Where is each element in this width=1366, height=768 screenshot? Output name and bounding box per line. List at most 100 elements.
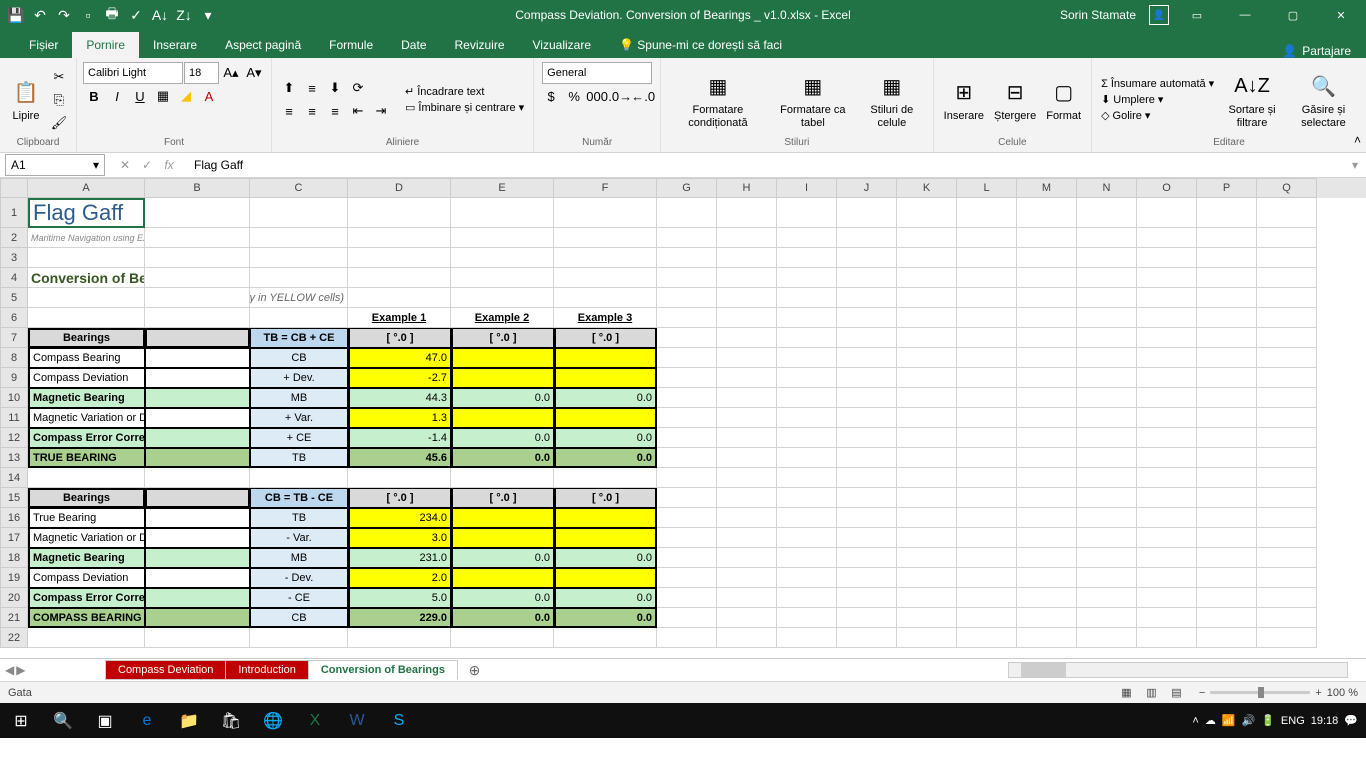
tray-up-icon[interactable]: ˄ bbox=[1192, 715, 1198, 727]
cell-L14[interactable] bbox=[957, 468, 1017, 488]
col-header-C[interactable]: C bbox=[250, 178, 348, 198]
user-avatar-icon[interactable]: 👤 bbox=[1149, 5, 1169, 25]
cell-K14[interactable] bbox=[897, 468, 957, 488]
cell-M5[interactable] bbox=[1017, 288, 1077, 308]
cell-P13[interactable] bbox=[1197, 448, 1257, 468]
fx-icon[interactable]: fx bbox=[159, 158, 179, 172]
cell-J8[interactable] bbox=[837, 348, 897, 368]
wifi-icon[interactable]: 📶 bbox=[1222, 714, 1236, 727]
cell-H18[interactable] bbox=[717, 548, 777, 568]
row-header-7[interactable]: 7 bbox=[0, 328, 28, 348]
tab-formulas[interactable]: Formule bbox=[315, 32, 387, 58]
edge-icon[interactable]: e bbox=[126, 703, 168, 738]
cell-L15[interactable] bbox=[957, 488, 1017, 508]
cell-L4[interactable] bbox=[957, 268, 1017, 288]
cell-J15[interactable] bbox=[837, 488, 897, 508]
cell-N9[interactable] bbox=[1077, 368, 1137, 388]
row-header-18[interactable]: 18 bbox=[0, 548, 28, 568]
cell-B2[interactable] bbox=[145, 228, 250, 248]
cell-K18[interactable] bbox=[897, 548, 957, 568]
cell-D11[interactable]: 1.3 bbox=[348, 408, 451, 428]
cell-E18[interactable]: 0.0 bbox=[451, 548, 554, 568]
cell-Q1[interactable] bbox=[1257, 198, 1317, 228]
table-format-button[interactable]: ▦Formatare ca tabel bbox=[771, 68, 855, 130]
cell-M17[interactable] bbox=[1017, 528, 1077, 548]
cell-P16[interactable] bbox=[1197, 508, 1257, 528]
cell-J20[interactable] bbox=[837, 588, 897, 608]
cell-I18[interactable] bbox=[777, 548, 837, 568]
cell-B10[interactable] bbox=[145, 388, 250, 408]
row-header-5[interactable]: 5 bbox=[0, 288, 28, 308]
cell-Q3[interactable] bbox=[1257, 248, 1317, 268]
clock[interactable]: 19:18 bbox=[1311, 715, 1339, 727]
cell-K9[interactable] bbox=[897, 368, 957, 388]
cell-B1[interactable] bbox=[145, 198, 250, 228]
cell-F1[interactable] bbox=[554, 198, 657, 228]
cell-B3[interactable] bbox=[145, 248, 250, 268]
cell-A22[interactable] bbox=[28, 628, 145, 648]
cell-C9[interactable]: + Dev. bbox=[250, 368, 348, 388]
cell-H2[interactable] bbox=[717, 228, 777, 248]
cell-A1[interactable]: Flag Gaff bbox=[28, 198, 145, 228]
cell-E3[interactable] bbox=[451, 248, 554, 268]
cell-N14[interactable] bbox=[1077, 468, 1137, 488]
cell-G5[interactable] bbox=[657, 288, 717, 308]
ribbon-options-icon[interactable]: ▭ bbox=[1177, 0, 1217, 30]
autosum-button[interactable]: Σ Însumare automată ▾ bbox=[1098, 76, 1217, 91]
cell-F14[interactable] bbox=[554, 468, 657, 488]
cell-F20[interactable]: 0.0 bbox=[554, 588, 657, 608]
cell-P1[interactable] bbox=[1197, 198, 1257, 228]
row-header-13[interactable]: 13 bbox=[0, 448, 28, 468]
bold-button[interactable]: B bbox=[83, 85, 105, 107]
cell-A5[interactable] bbox=[28, 288, 145, 308]
cell-A6[interactable] bbox=[28, 308, 145, 328]
cell-F12[interactable]: 0.0 bbox=[554, 428, 657, 448]
cell-Q21[interactable] bbox=[1257, 608, 1317, 628]
cell-I16[interactable] bbox=[777, 508, 837, 528]
spreadsheet-grid[interactable]: A B C D E F G H I J K L M N O P Q 123456… bbox=[0, 178, 1366, 658]
cell-K10[interactable] bbox=[897, 388, 957, 408]
cell-A16[interactable]: True Bearing bbox=[28, 508, 145, 528]
cell-D4[interactable] bbox=[348, 268, 451, 288]
col-header-A[interactable]: A bbox=[28, 178, 145, 198]
cell-G6[interactable] bbox=[657, 308, 717, 328]
cell-M4[interactable] bbox=[1017, 268, 1077, 288]
cell-M14[interactable] bbox=[1017, 468, 1077, 488]
cell-Q10[interactable] bbox=[1257, 388, 1317, 408]
cell-L8[interactable] bbox=[957, 348, 1017, 368]
indent-dec-icon[interactable]: ⇤ bbox=[347, 100, 369, 122]
sheet-nav-prev-icon[interactable]: ◀ bbox=[5, 663, 14, 677]
cell-B15[interactable] bbox=[145, 488, 250, 508]
row-header-1[interactable]: 1 bbox=[0, 198, 28, 228]
cell-Q7[interactable] bbox=[1257, 328, 1317, 348]
add-sheet-button[interactable]: ⊕ bbox=[462, 662, 487, 679]
cell-I13[interactable] bbox=[777, 448, 837, 468]
cell-M9[interactable] bbox=[1017, 368, 1077, 388]
cell-A13[interactable]: TRUE BEARING bbox=[28, 448, 145, 468]
cell-C3[interactable] bbox=[250, 248, 348, 268]
dec-decimal-icon[interactable]: ←.0 bbox=[632, 85, 654, 107]
cell-J18[interactable] bbox=[837, 548, 897, 568]
search-icon[interactable]: 🔍 bbox=[42, 703, 84, 738]
cell-C11[interactable]: + Var. bbox=[250, 408, 348, 428]
sheet-nav-next-icon[interactable]: ▶ bbox=[16, 663, 25, 677]
cell-E7[interactable]: [ °.0 ] bbox=[451, 328, 554, 348]
tab-data[interactable]: Date bbox=[387, 32, 440, 58]
cell-H10[interactable] bbox=[717, 388, 777, 408]
cut-icon[interactable]: ✂ bbox=[48, 66, 70, 88]
cell-O2[interactable] bbox=[1137, 228, 1197, 248]
cell-N17[interactable] bbox=[1077, 528, 1137, 548]
cell-D12[interactable]: -1.4 bbox=[348, 428, 451, 448]
italic-button[interactable]: I bbox=[106, 85, 128, 107]
cell-O4[interactable] bbox=[1137, 268, 1197, 288]
cell-D19[interactable]: 2.0 bbox=[348, 568, 451, 588]
cell-F18[interactable]: 0.0 bbox=[554, 548, 657, 568]
cell-L22[interactable] bbox=[957, 628, 1017, 648]
cell-E22[interactable] bbox=[451, 628, 554, 648]
cell-G18[interactable] bbox=[657, 548, 717, 568]
cell-L9[interactable] bbox=[957, 368, 1017, 388]
row-header-14[interactable]: 14 bbox=[0, 468, 28, 488]
minimize-button[interactable]: — bbox=[1225, 0, 1265, 30]
store-icon[interactable]: 🛍 bbox=[210, 703, 252, 738]
cell-E8[interactable] bbox=[451, 348, 554, 368]
